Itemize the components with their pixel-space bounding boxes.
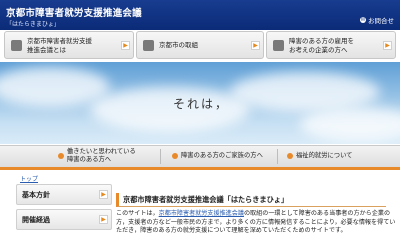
content-heading-text: 京都市障害者就労支援推進会議「はたらきまひょ」: [123, 195, 289, 204]
arrow-right-icon: ▶: [99, 215, 108, 224]
cloud-decoration: [0, 67, 110, 107]
subnav-label: 障害のある方のご家族の方へ: [181, 152, 263, 159]
hero-banner: それは，: [0, 62, 400, 144]
nav-label: 京都市障害者就労支援 推進会議とは: [27, 37, 92, 55]
bullet-icon: [58, 153, 64, 159]
site-subtitle: 「はたらきまひょ」: [6, 21, 60, 28]
subnav-label: 働きたいと思われている 障害のある方へ: [67, 148, 136, 164]
subnav-welfare-employment[interactable]: 福祉的就労について: [287, 146, 387, 167]
people-icon: [273, 40, 284, 51]
contact-link[interactable]: ✉ お問合せ: [360, 15, 394, 25]
subnav-label: 福祉的就労について: [296, 152, 353, 159]
cloud-decoration: [300, 107, 400, 142]
subnav-label-line1: 働きたいと思われている: [67, 148, 136, 155]
divider: [277, 149, 278, 164]
divider: [160, 149, 161, 164]
site-header: 京都市障害者就労支援推進会議 「はたらきまひょ」 ✉ お問合せ: [0, 0, 400, 30]
nav-label-line2: 推進会議とは: [27, 46, 66, 54]
cloud-decoration: [230, 72, 380, 112]
subnav-for-job-seekers[interactable]: 働きたいと思われている 障害のある方へ: [58, 146, 148, 167]
nav-about-council[interactable]: 京都市障害者就労支援 推進会議とは ▶: [4, 31, 134, 59]
subnav-for-families[interactable]: 障害のある方のご家族の方へ: [172, 146, 272, 167]
sidebar-item-label: 開催経過: [22, 216, 50, 224]
content-intro: このサイトは，京都市障害者就労支援推進会議の取組の一環として障害のある当事者の方…: [116, 210, 396, 236]
subnav-label-line2: 障害のある方へ: [67, 156, 112, 163]
nav-label-line1: 障害のある方の雇用を: [289, 37, 354, 45]
secondary-navigation: 働きたいと思われている 障害のある方へ 障害のある方のご家族の方へ 福祉的就労に…: [0, 145, 400, 170]
sidebar-item-basic-policy[interactable]: 基本方針 ▶: [16, 184, 112, 205]
arrow-right-icon: ▶: [251, 41, 260, 50]
intro-text-before: このサイトは，: [116, 210, 159, 217]
top-navigation: 京都市障害者就労支援 推進会議とは ▶ 京都市の取組 ▶ 障害のある方の雇用を …: [4, 31, 396, 61]
page: 京都市障害者就労支援推進会議 「はたらきまひょ」 ✉ お問合せ 京都市障害者就労…: [0, 0, 400, 242]
nav-label-line1: 京都市障害者就労支援: [27, 37, 92, 45]
nav-label: 障害のある方の雇用を お考えの企業の方へ: [289, 37, 354, 55]
nav-city-initiatives[interactable]: 京都市の取組 ▶: [136, 31, 264, 59]
arrow-right-icon: ▶: [99, 190, 108, 199]
council-link[interactable]: 京都市障害者就労支援推進会議: [159, 210, 244, 217]
breadcrumb-home[interactable]: トップ: [20, 174, 38, 183]
sidebar: 基本方針 ▶ 開催経過 ▶: [16, 184, 112, 234]
sidebar-item-meeting-history[interactable]: 開催経過 ▶: [16, 209, 112, 230]
arrow-right-icon: ▶: [121, 41, 130, 50]
building-icon: [143, 40, 154, 51]
mail-icon: ✉: [360, 17, 366, 23]
document-icon: [11, 40, 22, 51]
bullet-icon: [172, 153, 178, 159]
bullet-icon: [287, 153, 293, 159]
sidebar-item-label: 基本方針: [22, 191, 50, 199]
contact-label: お問合せ: [368, 17, 394, 25]
arrow-right-icon: ▶: [383, 41, 392, 50]
nav-for-companies[interactable]: 障害のある方の雇用を お考えの企業の方へ ▶: [266, 31, 396, 59]
content-heading: 京都市障害者就労支援推進会議「はたらきまひょ」: [116, 193, 386, 207]
hero-text: それは，: [173, 97, 230, 111]
nav-label-line2: お考えの企業の方へ: [289, 46, 348, 54]
nav-label: 京都市の取組: [159, 41, 198, 49]
site-title[interactable]: 京都市障害者就労支援推進会議: [6, 5, 142, 19]
